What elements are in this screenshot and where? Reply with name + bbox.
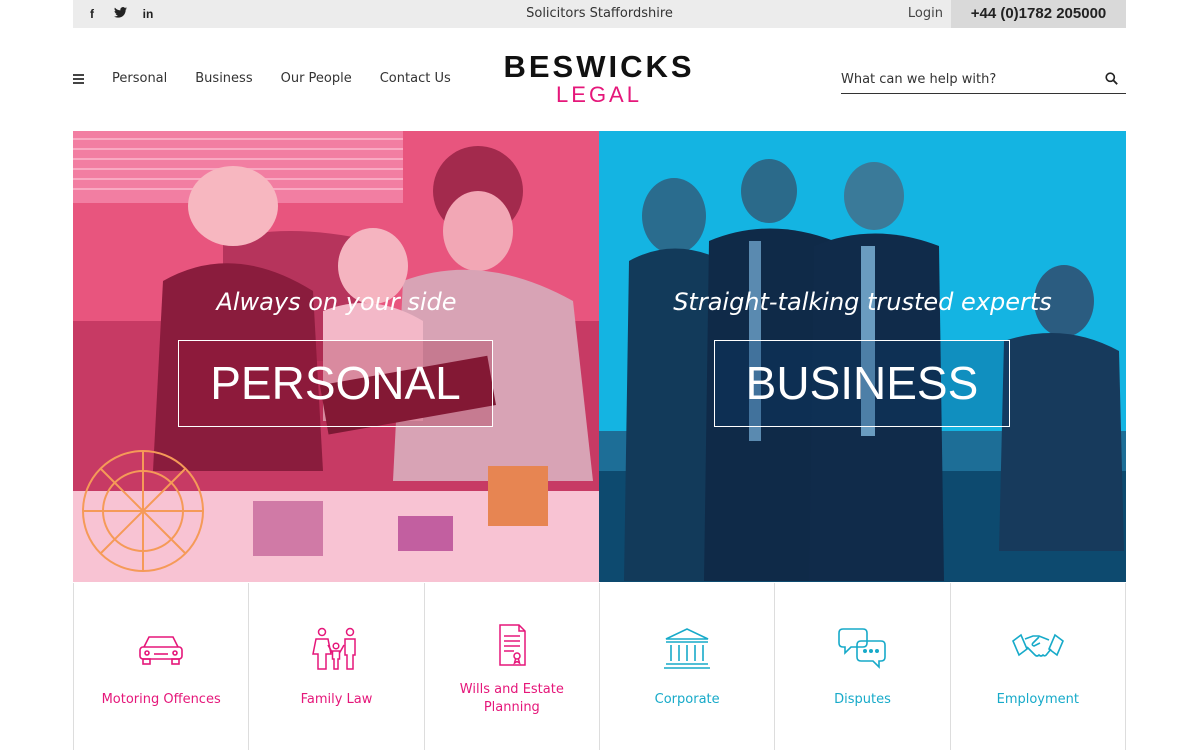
service-motoring-offences[interactable]: Motoring Offences xyxy=(74,583,250,750)
nav-business[interactable]: Business xyxy=(195,71,252,86)
speech-bubbles-icon xyxy=(838,628,887,669)
business-button[interactable]: BUSINESS xyxy=(714,340,1010,427)
menu-icon[interactable] xyxy=(73,74,84,84)
linkedin-icon[interactable]: in xyxy=(141,7,155,21)
personal-button[interactable]: PERSONAL xyxy=(178,340,493,427)
service-label: Disputes xyxy=(834,692,891,707)
handshake-icon xyxy=(1011,633,1064,657)
hero-personal[interactable]: Always on your side PERSONAL xyxy=(73,131,600,582)
search-input[interactable] xyxy=(841,66,1091,92)
car-icon xyxy=(139,636,183,665)
main-nav: Personal Business Our People Contact Us xyxy=(112,71,451,86)
logo-wordmark: BESWICKS xyxy=(503,49,695,84)
hero-business[interactable]: Straight-talking trusted experts BUSINES… xyxy=(599,131,1126,582)
service-family-law[interactable]: Family Law xyxy=(249,583,425,750)
nav-personal[interactable]: Personal xyxy=(112,71,167,86)
family-icon xyxy=(312,627,357,670)
service-employment[interactable]: Employment xyxy=(951,583,1126,750)
service-label: Family Law xyxy=(300,692,373,707)
search-icon[interactable] xyxy=(1105,72,1118,85)
hero-personal-tagline: Always on your side xyxy=(216,288,457,316)
service-label: Employment xyxy=(996,692,1079,707)
logo-subtitle: LEGAL xyxy=(556,82,642,107)
phone-number[interactable]: +44 (0)1782 205000 xyxy=(951,0,1126,28)
search-bar xyxy=(841,66,1126,94)
bank-icon xyxy=(664,628,711,669)
service-label: Corporate xyxy=(654,692,720,707)
top-bar: f in Solicitors Staffordshire Login +44 … xyxy=(73,0,1126,28)
service-disputes[interactable]: Disputes xyxy=(775,583,951,750)
document-icon xyxy=(499,624,526,666)
service-label: Wills and Estate Planning xyxy=(459,682,564,715)
service-wills-estate[interactable]: Wills and Estate Planning xyxy=(425,583,600,750)
social-links: f in xyxy=(85,0,155,28)
site-logo[interactable]: BESWICKS LEGAL xyxy=(499,49,699,107)
nav-contact-us[interactable]: Contact Us xyxy=(380,71,451,86)
services-grid: Motoring Offences Family Law Wills and E… xyxy=(73,583,1126,750)
facebook-icon[interactable]: f xyxy=(85,7,99,21)
nav-our-people[interactable]: Our People xyxy=(281,71,352,86)
service-corporate[interactable]: Corporate xyxy=(600,583,776,750)
hero-business-tagline: Straight-talking trusted experts xyxy=(673,288,1052,316)
login-link[interactable]: Login xyxy=(908,0,943,28)
twitter-icon[interactable] xyxy=(113,7,127,21)
service-label: Motoring Offences xyxy=(101,692,221,707)
